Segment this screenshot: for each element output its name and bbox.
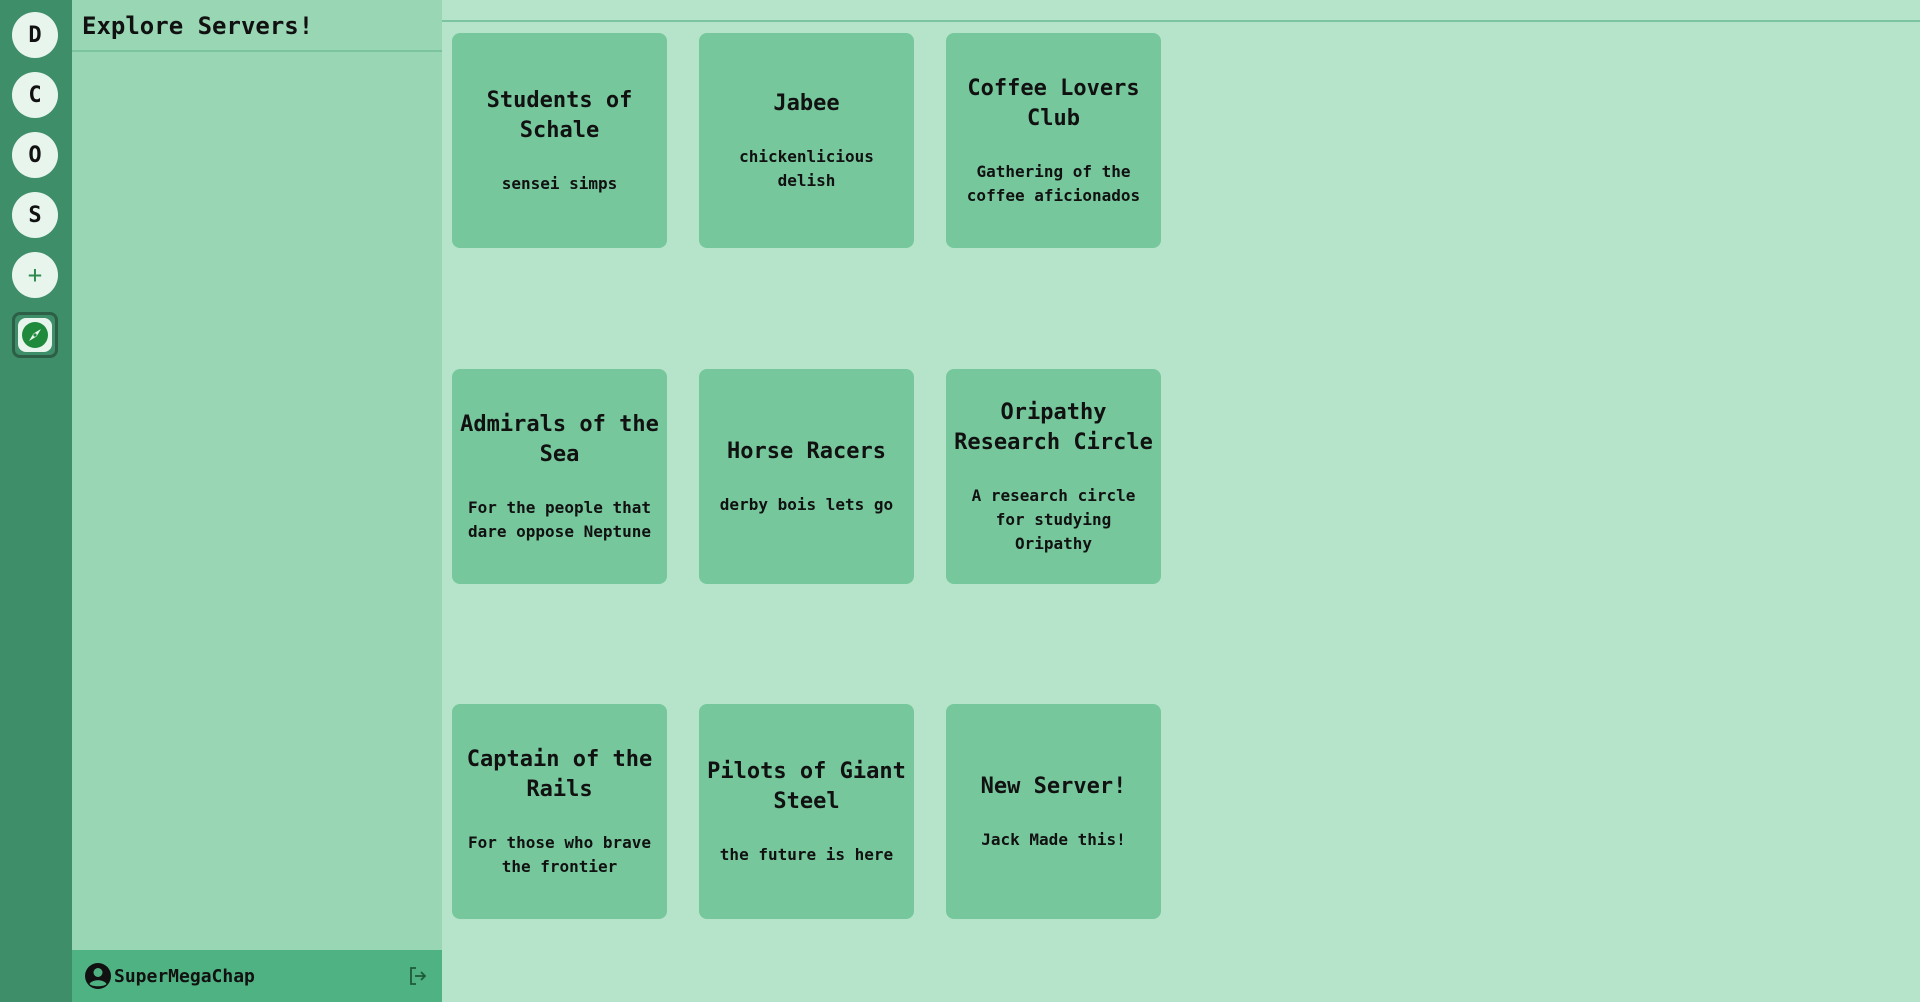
server-card[interactable]: Horse Racers derby bois lets go [699, 369, 914, 584]
server-card-title: Jabee [773, 90, 840, 116]
server-card[interactable]: Admirals of the Sea For the people that … [452, 369, 667, 584]
server-icon-c[interactable]: C [12, 72, 58, 118]
server-card-title: Students of Schale [486, 87, 633, 143]
add-server-button[interactable]: + [12, 252, 58, 298]
server-card-title: Horse Racers [727, 438, 886, 464]
user-panel: SuperMegaChap [72, 950, 442, 1002]
user-circle-icon[interactable] [84, 962, 112, 990]
server-rail: D C O S + [0, 0, 72, 1002]
sidebar: Explore Servers! SuperMegaChap [72, 0, 442, 1002]
server-card-title: New Server! [980, 773, 1127, 799]
server-card-title: Coffee Lovers Club [967, 75, 1140, 131]
server-card[interactable]: Jabee chickenlicious delish [699, 33, 914, 248]
explore-servers-button[interactable] [12, 312, 58, 358]
server-card-title: Oripathy Research Circle [954, 399, 1153, 455]
server-card-title: Admirals of the Sea [460, 411, 659, 467]
server-card-description: Jack Made this! [981, 829, 1126, 849]
logout-icon[interactable] [406, 964, 430, 988]
server-card[interactable]: Pilots of Giant Steel the future is here [699, 704, 914, 919]
server-card-description: Gathering of the coffee aficionados [966, 161, 1141, 205]
server-card-description: the future is here [719, 844, 894, 864]
server-browser: Students of Schale sensei simps Jabee ch… [442, 0, 1920, 1002]
server-card-title: Pilots of Giant Steel [707, 758, 906, 814]
server-icon-o[interactable]: O [12, 132, 58, 178]
compass-icon [18, 318, 52, 352]
server-card-description: For the people that dare oppose Neptune [467, 497, 652, 541]
server-card-description: chickenlicious delish [739, 146, 874, 190]
server-card-description: derby bois lets go [719, 494, 894, 514]
server-icon-s[interactable]: S [12, 192, 58, 238]
top-divider [442, 0, 1920, 22]
server-card[interactable]: Students of Schale sensei simps [452, 33, 667, 248]
app: D C O S + Explore Servers! SuperMegaChap [0, 0, 1920, 1002]
server-card[interactable]: Coffee Lovers Club Gathering of the coff… [946, 33, 1161, 248]
server-card[interactable]: New Server! Jack Made this! [946, 704, 1161, 919]
server-card-title: Captain of the Rails [466, 746, 653, 802]
username: SuperMegaChap [114, 965, 255, 987]
server-card-description: A research circle for studying Oripathy [971, 485, 1136, 553]
server-card-description: sensei simps [501, 173, 618, 193]
server-card[interactable]: Captain of the Rails For those who brave… [452, 704, 667, 919]
server-card-description: For those who brave the frontier [467, 832, 652, 876]
server-card[interactable]: Oripathy Research Circle A research circ… [946, 369, 1161, 584]
server-icon-d[interactable]: D [12, 12, 58, 58]
sidebar-title: Explore Servers! [72, 0, 442, 52]
